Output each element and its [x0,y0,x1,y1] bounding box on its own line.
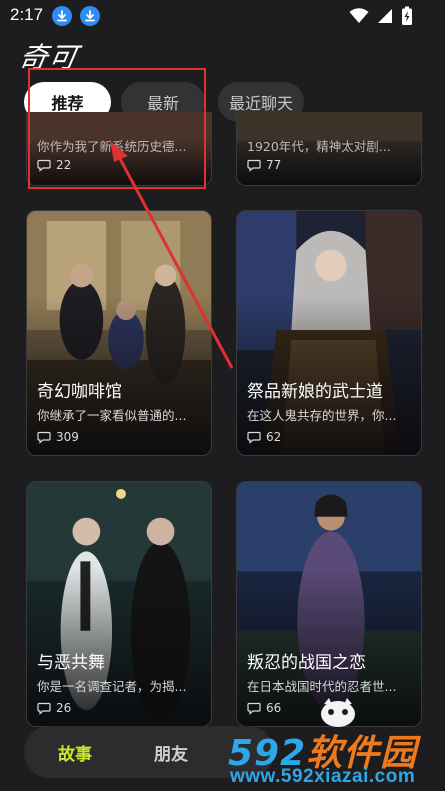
download-icon [52,6,72,26]
status-bar: 2:17 [0,0,445,32]
signal-icon [378,9,392,23]
card-title: 叛忍的战国之恋 [247,653,366,673]
chat-count-value: 77 [266,158,282,172]
chat-count-value: 26 [56,701,72,715]
wifi-icon [349,8,369,23]
chat-count: 309 [37,430,79,444]
chat-bubble-icon [37,431,51,444]
story-card[interactable]: 祭品新娘的武士道 在这人鬼共存的世界，你... 62 [236,210,422,456]
status-time: 2:17 [10,5,44,24]
watermark-url: www.592xiazai.com [230,766,416,787]
chat-count: 62 [247,430,281,444]
annotation-highlight-box [28,68,206,189]
story-card[interactable]: 奇幻咖啡馆 你继承了一家看似普通的... 309 [26,210,212,456]
card-title: 祭品新娘的武士道 [247,382,383,402]
chat-count: 66 [247,701,281,715]
card-description: 你继承了一家看似普通的... [37,408,187,423]
chat-count: 26 [37,701,71,715]
card-description: 1920年代，精神太对剧... [247,139,391,154]
card-description: 在日本战国时代的忍者世... [247,679,397,694]
chat-bubble-icon [247,431,261,444]
chat-count-value: 309 [56,430,79,444]
story-card[interactable]: 叛忍的战国之恋 在日本战国时代的忍者世... 66 [236,481,422,727]
chat-bubble-icon [37,702,51,715]
chat-count-value: 62 [266,430,282,444]
download-icon [80,6,100,26]
chat-bubble-icon [247,159,261,172]
watermark: 592软件园 www.592xiazai.com [222,722,445,791]
chat-count: 77 [247,158,281,172]
chat-bubble-icon [247,702,261,715]
card-title: 与恶共舞 [37,653,105,673]
card-description: 你是一名调查记者，为揭... [37,679,187,694]
battery-icon [402,6,412,25]
story-card[interactable]: 1920年代，精神太对剧... 77 [236,112,422,186]
card-title: 奇幻咖啡馆 [37,382,122,402]
card-description: 在这人鬼共存的世界，你... [247,408,397,423]
nav-friends[interactable]: 朋友 [154,740,188,765]
story-card[interactable]: 与恶共舞 你是一名调查记者，为揭... 26 [26,481,212,727]
nav-story[interactable]: 故事 [58,740,92,765]
chat-count-value: 66 [266,701,282,715]
